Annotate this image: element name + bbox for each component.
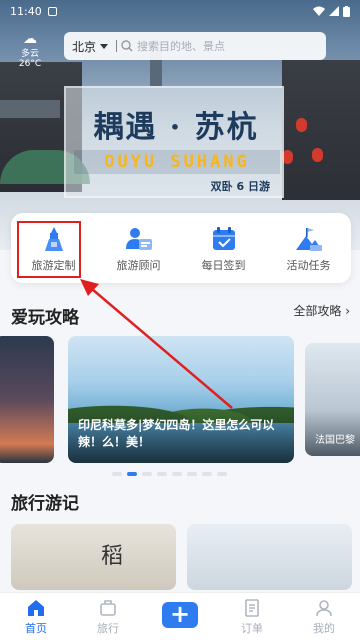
tab-home[interactable]: 首页: [0, 593, 72, 640]
guide-card[interactable]: [0, 336, 54, 463]
signal-icon: [329, 6, 339, 16]
tab-publish[interactable]: +: [144, 593, 216, 640]
carousel-dot-active[interactable]: [127, 472, 137, 476]
banner-poster: 耦遇 · 苏杭 OUYU SUHANG 双卧 6 日游: [64, 86, 284, 198]
tab-profile[interactable]: 我的: [288, 593, 360, 640]
battery-icon: [343, 5, 350, 17]
status-time: 11:40: [10, 4, 42, 18]
tab-label: 我的: [313, 622, 335, 635]
service-label: 活动任务: [286, 259, 331, 272]
suitcase-icon: [100, 600, 116, 616]
weather-text: 多云 26°C: [18, 49, 42, 69]
home-icon: [28, 600, 44, 616]
guide-card[interactable]: 法国巴黎: [305, 343, 360, 456]
bottom-tab-bar: 首页 旅行 + 订单 我的: [0, 592, 360, 640]
building-right: [282, 60, 360, 200]
chevron-right-icon: ›: [345, 304, 350, 318]
service-label: 旅游顾问: [116, 259, 161, 272]
mountain-flag-icon: [295, 228, 322, 251]
tab-label: 首页: [25, 622, 47, 635]
carousel-dot[interactable]: [112, 472, 122, 476]
service-tour-custom[interactable]: 旅游定制: [11, 213, 96, 283]
guide-card-featured[interactable]: 印尼科莫多|梦幻四岛！这里怎么可以辣！么！美！: [68, 336, 294, 463]
search-bar[interactable]: 北京: [64, 32, 326, 60]
carousel-dot[interactable]: [217, 472, 227, 476]
notification-icon: [47, 6, 57, 16]
order-list-icon: [245, 599, 259, 617]
red-lantern: [312, 148, 323, 162]
guides-more-label: 全部攻略: [293, 304, 342, 318]
calendar-checkin-icon: [212, 227, 235, 250]
calligraphy-text: 稻: [101, 544, 124, 569]
divider: [116, 40, 118, 52]
chevron-down-icon[interactable]: [100, 43, 109, 49]
travel-note-card[interactable]: [187, 524, 352, 590]
travel-notes-title: 旅行游记: [11, 494, 79, 514]
carousel-dot[interactable]: [172, 472, 182, 476]
guides-more-link[interactable]: 全部攻略 ›: [293, 302, 350, 319]
guide-caption: 法国巴黎: [315, 435, 355, 446]
advisor-icon: [125, 228, 152, 250]
banner-subtitle: OUYU SUHANG: [74, 150, 280, 174]
guide-caption: 印尼科莫多|梦幻四岛！这里怎么可以辣！么！美！: [78, 418, 275, 449]
guides-title: 爱玩攻略: [11, 308, 79, 328]
banner-title: 耦遇 · 苏杭: [93, 110, 259, 145]
user-icon: [316, 600, 332, 617]
cloud-icon: ☁: [23, 31, 37, 47]
service-label: 每日签到: [201, 259, 246, 272]
carousel-dots: [112, 472, 227, 476]
service-checkin[interactable]: 每日签到: [181, 213, 266, 283]
status-bar: 11:40: [0, 0, 360, 22]
carousel-dot[interactable]: [157, 472, 167, 476]
search-input[interactable]: [137, 39, 298, 53]
weather-widget[interactable]: ☁ 多云 26°C: [10, 32, 50, 69]
banner-note: 双卧 6 日游: [210, 180, 270, 193]
service-label: 旅游定制: [31, 259, 76, 272]
header-search-row: ☁ 多云 26°C 北京: [0, 32, 360, 69]
tour-custom-icon: [44, 227, 63, 251]
carousel-dot[interactable]: [202, 472, 212, 476]
service-advisor[interactable]: 旅游顾问: [96, 213, 181, 283]
city-selector[interactable]: 北京: [72, 38, 96, 55]
tab-label: 旅行: [97, 622, 119, 635]
building-left-roof: [0, 100, 60, 118]
tab-label: 订单: [241, 622, 263, 635]
service-tasks[interactable]: 活动任务: [266, 213, 351, 283]
tab-travel[interactable]: 旅行: [72, 593, 144, 640]
wifi-icon: [313, 6, 325, 16]
tab-orders[interactable]: 订单: [216, 593, 288, 640]
travel-note-card[interactable]: 稻: [11, 524, 176, 590]
status-icons: [313, 5, 350, 17]
service-shortcuts: 旅游定制 旅游顾问 每日签到 活动任务: [11, 213, 351, 283]
search-icon: [121, 40, 133, 52]
plus-button[interactable]: +: [162, 602, 198, 628]
carousel-dot[interactable]: [187, 472, 197, 476]
red-lantern: [296, 118, 307, 132]
carousel-dot[interactable]: [142, 472, 152, 476]
